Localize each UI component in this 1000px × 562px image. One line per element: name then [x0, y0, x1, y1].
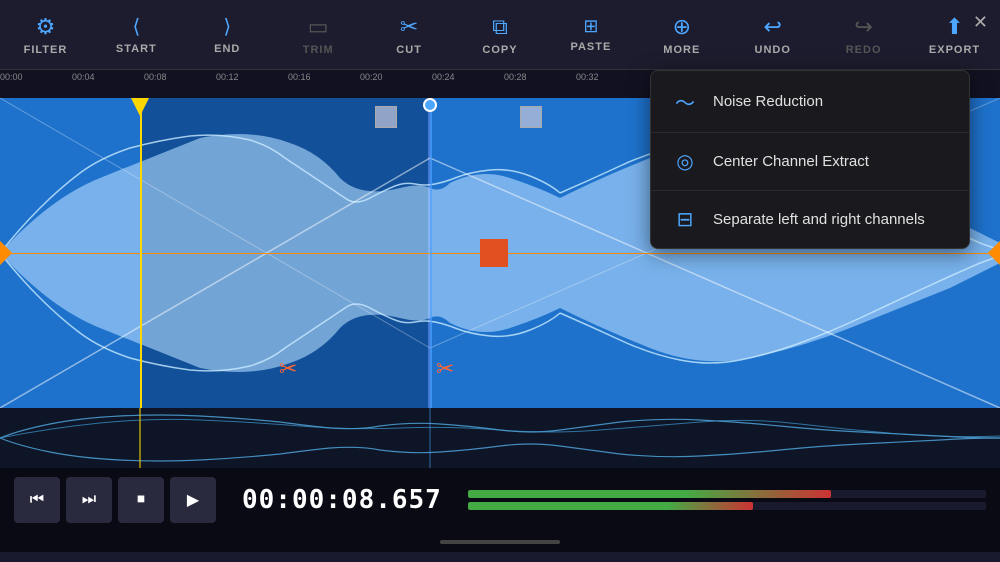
level-meter-right-fill: [468, 502, 753, 510]
home-bar: [440, 540, 560, 544]
mini-waveform-svg: [0, 408, 1000, 468]
center-channel-item[interactable]: ◎ Center Channel Extract: [651, 133, 969, 191]
start-icon: ⟨: [132, 14, 140, 39]
filter-icon: ⚙: [36, 14, 56, 40]
transport-bar: ⏮ ⏭ ⏹ ▶ 00:00:08.657: [0, 468, 1000, 532]
end-icon: ⟩: [223, 14, 231, 39]
time-display: 00:00:08.657: [242, 485, 442, 515]
position-marker[interactable]: [423, 98, 437, 112]
noise-reduction-icon: 〜: [671, 87, 699, 116]
ruler-mark-4: 00:16: [288, 70, 311, 98]
separate-channels-label: Separate left and right channels: [713, 211, 925, 228]
trim-marker-right[interactable]: [520, 106, 542, 128]
cut-icon: ✂: [400, 14, 418, 40]
redo-label: REDO: [846, 44, 882, 56]
ruler-mark-2: 00:08: [144, 70, 167, 98]
toolbar: ⚙ FILTER ⟨ START ⟩ END ▭ TRIM ✂ CUT ⧉ CO…: [0, 0, 1000, 70]
filter-label: FILTER: [24, 44, 68, 56]
end-label: END: [214, 43, 240, 55]
trim-icon: ▭: [308, 14, 329, 40]
paste-icon: ⊞: [583, 16, 598, 37]
rewind-button[interactable]: ⏮: [14, 477, 60, 523]
cut-button[interactable]: ✂ CUT: [379, 14, 439, 56]
mini-waveform[interactable]: [0, 408, 1000, 468]
dropdown-menu: 〜 Noise Reduction ◎ Center Channel Extra…: [650, 70, 970, 249]
ruler-mark-3: 00:12: [216, 70, 239, 98]
start-label: START: [116, 43, 157, 55]
close-button[interactable]: ✕: [973, 12, 988, 33]
separate-channels-icon: ⊟: [671, 207, 699, 232]
level-meters: [468, 490, 986, 510]
level-meter-right: [468, 502, 986, 510]
play-button[interactable]: ▶: [170, 477, 216, 523]
more-label: MORE: [663, 44, 700, 56]
scissors-right: ✂: [436, 356, 454, 382]
ruler-mark-0: 00:00: [0, 70, 23, 98]
scissors-left: ✂: [279, 356, 297, 382]
playhead-line: [140, 98, 142, 408]
ruler-mark-1: 00:04: [72, 70, 95, 98]
trim-button[interactable]: ▭ TRIM: [288, 14, 348, 56]
center-channel-label: Center Channel Extract: [713, 153, 869, 170]
redo-button[interactable]: ↪ REDO: [834, 14, 894, 56]
undo-button[interactable]: ↩ UNDO: [743, 14, 803, 56]
ruler-mark-8: 00:32: [576, 70, 599, 98]
more-icon: ⊕: [673, 14, 691, 40]
paste-button[interactable]: ⊞ PASTE: [561, 16, 621, 53]
start-button[interactable]: ⟨ START: [106, 14, 166, 55]
center-channel-icon: ◎: [671, 149, 699, 174]
copy-icon: ⧉: [492, 14, 508, 40]
home-indicator: [0, 532, 1000, 552]
paste-label: PASTE: [570, 41, 611, 53]
position-marker-line: [430, 98, 432, 408]
more-button[interactable]: ⊕ MORE: [652, 14, 712, 56]
filter-button[interactable]: ⚙ FILTER: [15, 14, 75, 56]
ruler-mark-7: 00:28: [504, 70, 527, 98]
trim-marker-left[interactable]: [375, 106, 397, 128]
copy-label: COPY: [482, 44, 517, 56]
ruler-mark-6: 00:24: [432, 70, 455, 98]
orange-marker[interactable]: [480, 239, 508, 267]
redo-icon: ↪: [854, 14, 872, 40]
noise-reduction-item[interactable]: 〜 Noise Reduction: [651, 71, 969, 133]
cut-label: CUT: [396, 44, 422, 56]
level-meter-left: [468, 490, 986, 498]
trim-label: TRIM: [303, 44, 334, 56]
noise-reduction-label: Noise Reduction: [713, 93, 823, 110]
undo-label: UNDO: [755, 44, 791, 56]
level-meter-left-fill: [468, 490, 831, 498]
fast-forward-button[interactable]: ⏭: [66, 477, 112, 523]
separate-channels-item[interactable]: ⊟ Separate left and right channels: [651, 191, 969, 248]
stop-button[interactable]: ⏹: [118, 477, 164, 523]
ruler-mark-5: 00:20: [360, 70, 383, 98]
copy-button[interactable]: ⧉ COPY: [470, 14, 530, 56]
end-button[interactable]: ⟩ END: [197, 14, 257, 55]
undo-icon: ↩: [763, 14, 781, 40]
export-icon: ⬆: [945, 14, 963, 40]
export-label: EXPORT: [929, 44, 980, 56]
